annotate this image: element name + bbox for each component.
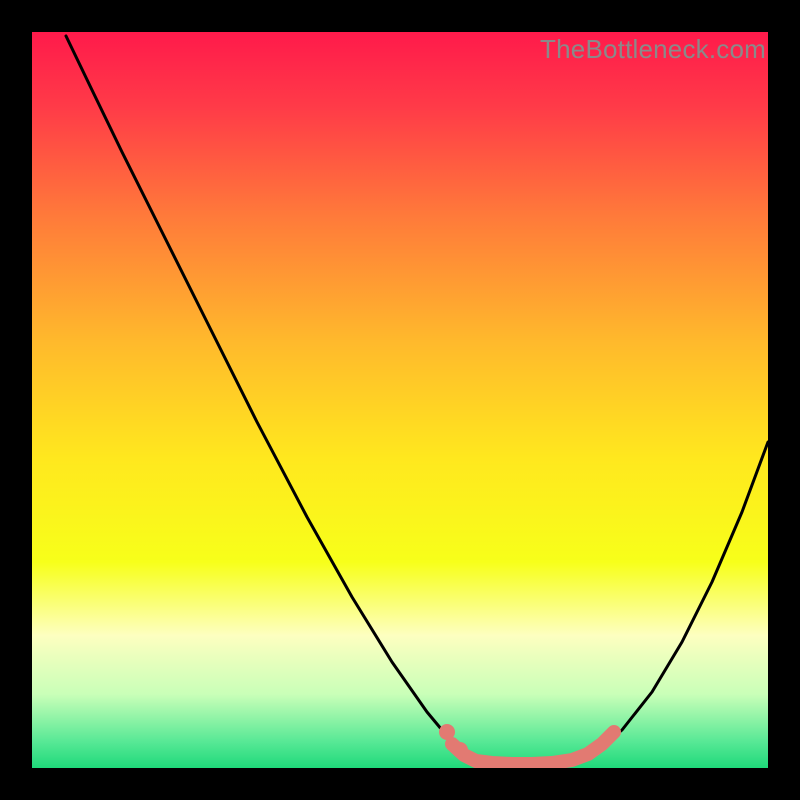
- chart-plot-area: [32, 32, 768, 768]
- chart-svg: [32, 32, 768, 768]
- chart-background: [32, 32, 768, 768]
- marker-dot: [439, 724, 455, 740]
- marker-dot: [452, 742, 468, 758]
- watermark-text: TheBottleneck.com: [540, 34, 766, 65]
- chart-frame: TheBottleneck.com: [0, 0, 800, 800]
